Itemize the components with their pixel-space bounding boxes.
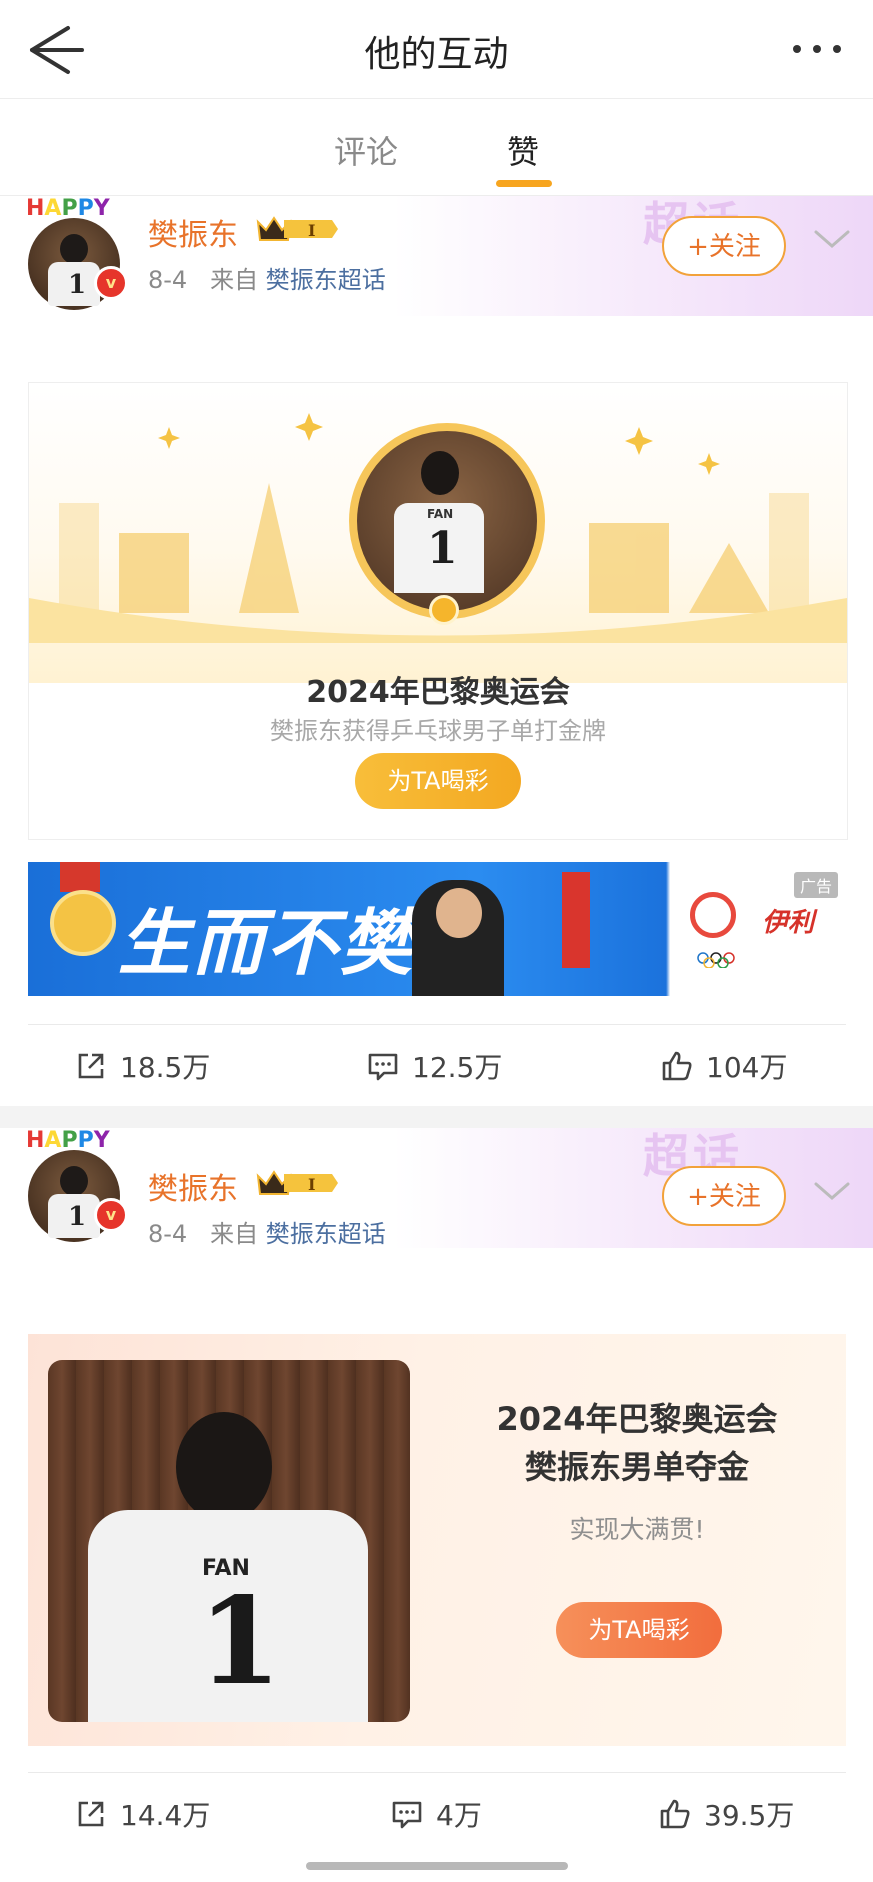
from-prefix: 来自 — [210, 1220, 259, 1248]
card-title-line1: 2024年巴黎奥运会 — [496, 1400, 778, 1438]
grand-slam-card[interactable]: FAN 1 2024年巴黎奥运会 樊振东男单夺金 实现大满贯! 为TA喝彩 — [28, 1334, 846, 1746]
comment-icon — [392, 1801, 422, 1829]
olympic-rings-icon — [697, 952, 735, 968]
like-button[interactable]: 39.5万 — [658, 1794, 794, 1834]
cheer-button[interactable]: 为TA喝彩 — [355, 753, 521, 809]
from-prefix: 来自 — [210, 266, 259, 294]
tab-likes[interactable]: 赞 — [507, 127, 539, 173]
post-actions: 18.5万 12.5万 104万 — [0, 1028, 873, 1108]
share-icon — [78, 1801, 104, 1827]
card-title: 2024年巴黎奥运会 — [306, 675, 570, 710]
olympic-gold-card[interactable]: FAN 1 2024年巴黎奥运会 樊振东获得乒乓球男子单打金牌 为TA喝彩 — [28, 382, 848, 840]
chevron-down-icon[interactable] — [812, 1180, 852, 1204]
card-subtitle: 樊振东获得乒乓球男子单打金牌 — [270, 717, 606, 745]
comment-count: 4万 — [436, 1799, 482, 1832]
like-count: 39.5万 — [704, 1799, 795, 1832]
verified-badge-icon: v — [94, 1198, 128, 1232]
chevron-down-icon[interactable] — [812, 228, 852, 252]
post-meta: 8-4 来自 樊振东超话 — [148, 1214, 386, 1249]
svg-text:I: I — [308, 1175, 315, 1194]
comment-button[interactable]: 12.5万 — [366, 1046, 502, 1086]
comment-button[interactable]: 4万 — [390, 1794, 482, 1834]
thumbs-up-icon — [660, 1799, 690, 1829]
card-subtitle: 实现大满贯! — [569, 1515, 705, 1544]
post-date: 8-4 — [148, 266, 188, 294]
follow-button[interactable]: +关注 — [662, 216, 786, 276]
comment-count: 12.5万 — [412, 1051, 503, 1084]
share-button[interactable]: 18.5万 — [74, 1046, 210, 1086]
cheer-button[interactable]: 为TA喝彩 — [556, 1602, 722, 1658]
like-button[interactable]: 104万 — [660, 1046, 787, 1086]
gold-medal-icon — [50, 890, 116, 956]
actions-divider — [28, 1024, 846, 1025]
active-tab-indicator — [496, 180, 552, 187]
super-topic-decoration: 超话 — [393, 1128, 873, 1248]
comment-icon — [368, 1053, 398, 1081]
card-title-line2: 樊振东男单夺金 — [524, 1448, 749, 1486]
post-separator — [0, 1106, 873, 1128]
source-link[interactable]: 樊振东超话 — [266, 1220, 386, 1248]
share-button[interactable]: 14.4万 — [74, 1794, 210, 1834]
member-level-badge-icon: I — [256, 1170, 338, 1195]
username[interactable]: 樊振东 — [148, 210, 238, 254]
thumbs-up-icon — [662, 1051, 692, 1081]
super-topic-decoration: 超话 — [393, 196, 873, 316]
username[interactable]: 樊振东 — [148, 1164, 238, 1208]
actions-divider — [28, 1772, 846, 1773]
ad-label: 广告 — [793, 872, 838, 898]
tab-comments[interactable]: 评论 — [334, 127, 398, 173]
post-date: 8-4 — [148, 1220, 188, 1248]
ad-red-label — [562, 872, 590, 968]
athlete-photo: FAN 1 — [48, 1360, 410, 1722]
star-medal-icon — [429, 595, 459, 625]
follow-button[interactable]: +关注 — [662, 1166, 786, 1226]
avatar-happy-decoration: HAPPY — [26, 1128, 110, 1153]
share-count: 18.5万 — [120, 1051, 211, 1084]
ad-slogan: 生而不樊 — [118, 901, 415, 985]
post-meta: 8-4 来自 樊振东超话 — [148, 260, 386, 295]
post-card-2: 超话 1 HAPPY v 樊振东 I 8-4 来自 樊振东超话 +关注 — [0, 1128, 873, 1308]
share-icon — [78, 1053, 104, 1079]
share-count: 14.4万 — [120, 1799, 211, 1832]
like-count: 104万 — [706, 1051, 788, 1084]
more-options-icon[interactable] — [789, 34, 845, 64]
post-actions: 14.4万 4万 39.5万 — [0, 1776, 873, 1856]
tab-bar: 评论 赞 — [0, 99, 873, 195]
avatar-happy-decoration: HAPPY — [26, 196, 110, 221]
source-link[interactable]: 樊振东超话 — [266, 266, 386, 294]
olympic-partner-logo-icon — [690, 892, 736, 938]
svg-text:I: I — [308, 221, 315, 240]
member-level-badge-icon: I — [256, 216, 338, 241]
brand-logo: 伊利 — [762, 908, 815, 938]
top-bar: 他的互动 — [0, 0, 873, 98]
ad-banner[interactable]: 生而不樊 伊利 广告 — [28, 862, 846, 996]
verified-badge-icon: v — [94, 266, 128, 300]
home-indicator[interactable] — [306, 1862, 568, 1870]
page-title: 他的互动 — [364, 34, 509, 75]
